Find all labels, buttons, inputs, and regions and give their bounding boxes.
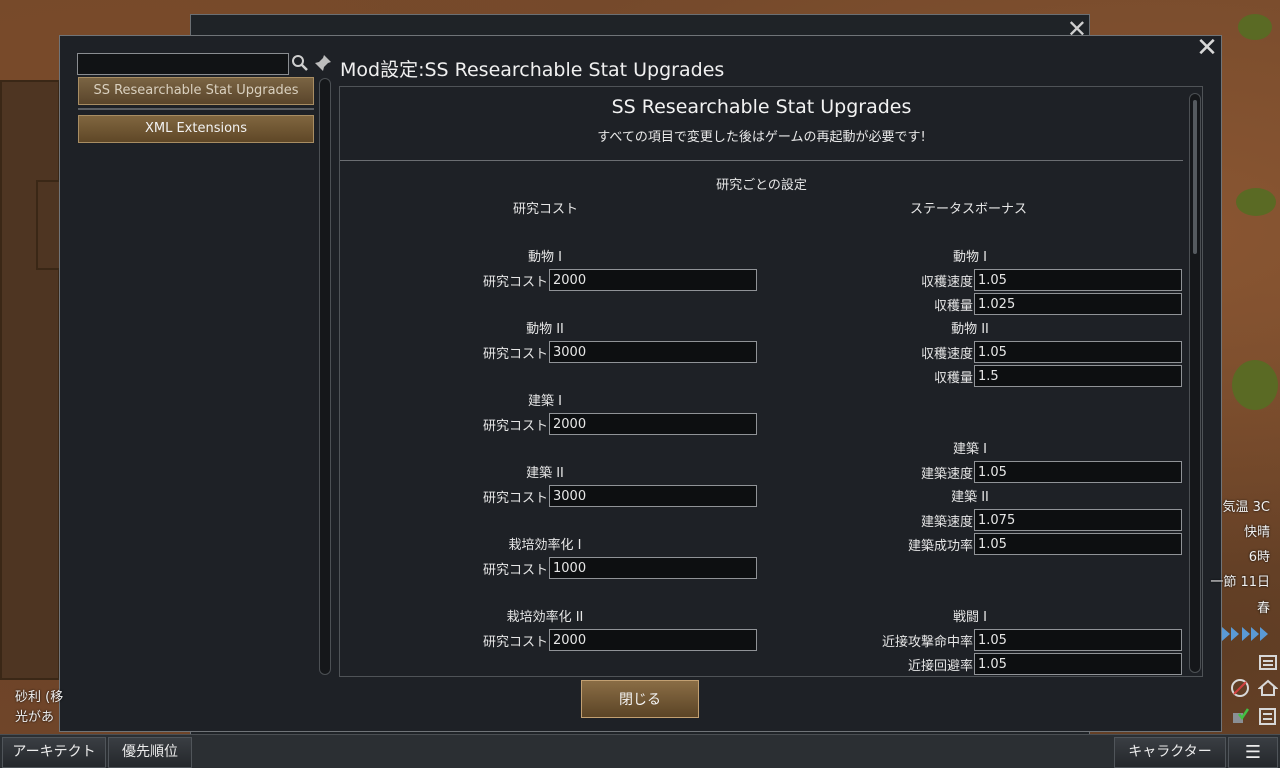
research-cost-input[interactable] — [549, 485, 757, 507]
research-cost-label: 研究コスト — [482, 563, 548, 578]
stat-field-input[interactable] — [974, 293, 1182, 315]
header-divider — [340, 160, 1183, 161]
map-tree — [1236, 188, 1276, 216]
mod-list-scrollbar[interactable] — [319, 78, 331, 675]
terrain-info: 砂利 (移 — [15, 690, 64, 705]
research-cost-column-title: 研究コスト — [513, 202, 579, 217]
notes-icon[interactable] — [1258, 652, 1278, 672]
restart-warning: すべての項目で変更した後はゲームの再起動が必要です! — [597, 130, 926, 145]
research-group-label: 建築 II — [526, 466, 564, 481]
stat-field-input[interactable] — [974, 269, 1182, 291]
stat-field-input[interactable] — [974, 629, 1182, 651]
stat-field-label: 収穫速度 — [920, 275, 973, 290]
time-readout: 6時 — [1248, 550, 1270, 565]
close-button[interactable]: 閉じる — [581, 680, 699, 718]
temperature-readout: 気温 3C — [1222, 500, 1270, 515]
research-cost-label: 研究コスト — [482, 275, 548, 290]
forbid-icon[interactable] — [1230, 678, 1250, 698]
stat-field-input[interactable] — [974, 461, 1182, 483]
settings-panel: SS Researchable Stat Upgrades すべての項目で変更し… — [339, 86, 1203, 677]
research-group-label: 動物 I — [528, 250, 562, 265]
stat-group-label: 戦闘 I — [953, 610, 987, 625]
scrollbar-thumb[interactable] — [1193, 100, 1197, 254]
stat-bonus-column-title: ステータスボーナス — [910, 202, 1028, 217]
stat-field-label: 収穫量 — [933, 371, 973, 386]
stat-field-label: 近接回避率 — [907, 659, 973, 674]
research-cost-input[interactable] — [549, 557, 757, 579]
research-group-label: 建築 I — [528, 394, 562, 409]
research-cost-input[interactable] — [549, 413, 757, 435]
pin-icon[interactable] — [314, 54, 332, 72]
auto-rebuild-icon[interactable] — [1230, 706, 1250, 726]
stat-group-label: 建築 I — [953, 442, 987, 457]
home-icon[interactable] — [1257, 678, 1279, 698]
light-info: 光があ — [15, 710, 55, 725]
resource-list-icon[interactable] — [1258, 706, 1278, 726]
settings-heading: SS Researchable Stat Upgrades — [611, 96, 912, 118]
stat-field-input[interactable] — [974, 653, 1182, 675]
stat-field-label: 建築速度 — [920, 467, 973, 482]
mod-settings-dialog: ✕ SS Researchable Stat Upgrades XML Exte… — [59, 35, 1222, 732]
section-title: 研究ごとの設定 — [716, 178, 807, 193]
bottom-toolbar: アーキテクト 優先順位 キャラクター ☰ — [0, 734, 1280, 768]
research-group-label: 栽培効率化 I — [508, 538, 582, 553]
research-cost-label: 研究コスト — [482, 491, 548, 506]
stat-field-input[interactable] — [974, 533, 1182, 555]
research-cost-label: 研究コスト — [482, 635, 548, 650]
research-cost-input[interactable] — [549, 341, 757, 363]
stat-field-label: 収穫速度 — [920, 347, 973, 362]
stat-field-label: 収穫量 — [933, 299, 973, 314]
season-readout: 春 — [1256, 601, 1270, 616]
stat-group-label: 動物 II — [951, 322, 989, 337]
map-tree — [1238, 14, 1272, 40]
map-wall — [0, 80, 60, 680]
research-group-label: 栽培効率化 II — [506, 610, 584, 625]
research-cost-input[interactable] — [549, 269, 757, 291]
character-tab[interactable]: キャラクター — [1114, 737, 1226, 768]
map-tree — [1232, 360, 1278, 410]
search-icon[interactable] — [291, 54, 309, 72]
stat-field-input[interactable] — [974, 509, 1182, 531]
research-cost-label: 研究コスト — [482, 347, 548, 362]
date-readout: 一節 11日 — [1210, 575, 1270, 590]
mod-search-input[interactable] — [77, 53, 289, 75]
mod-list-item-ss-researchable[interactable]: SS Researchable Stat Upgrades — [78, 77, 314, 105]
mod-list-item-xml-extensions[interactable]: XML Extensions — [78, 115, 314, 143]
stat-group-label: 動物 I — [953, 250, 987, 265]
mod-list-divider — [78, 108, 314, 110]
game-speed-icon[interactable] — [1222, 626, 1274, 642]
stat-field-input[interactable] — [974, 365, 1182, 387]
settings-scrollbar[interactable] — [1189, 93, 1201, 673]
dialog-close-icon[interactable]: ✕ — [1195, 35, 1219, 61]
stat-field-label: 建築速度 — [920, 515, 973, 530]
research-cost-input[interactable] — [549, 629, 757, 651]
weather-readout: 快晴 — [1243, 525, 1270, 540]
stat-field-label: 建築成功率 — [907, 539, 973, 554]
architect-tab[interactable]: アーキテクト — [2, 737, 106, 768]
dialog-title: Mod設定:SS Researchable Stat Upgrades — [340, 59, 725, 81]
stat-field-label: 近接攻撃命中率 — [881, 635, 973, 650]
stat-group-label: 建築 II — [951, 490, 989, 505]
research-group-label: 動物 II — [526, 322, 564, 337]
stat-field-input[interactable] — [974, 341, 1182, 363]
menu-button[interactable]: ☰ — [1228, 737, 1278, 768]
research-cost-label: 研究コスト — [482, 419, 548, 434]
priority-tab[interactable]: 優先順位 — [108, 737, 192, 768]
